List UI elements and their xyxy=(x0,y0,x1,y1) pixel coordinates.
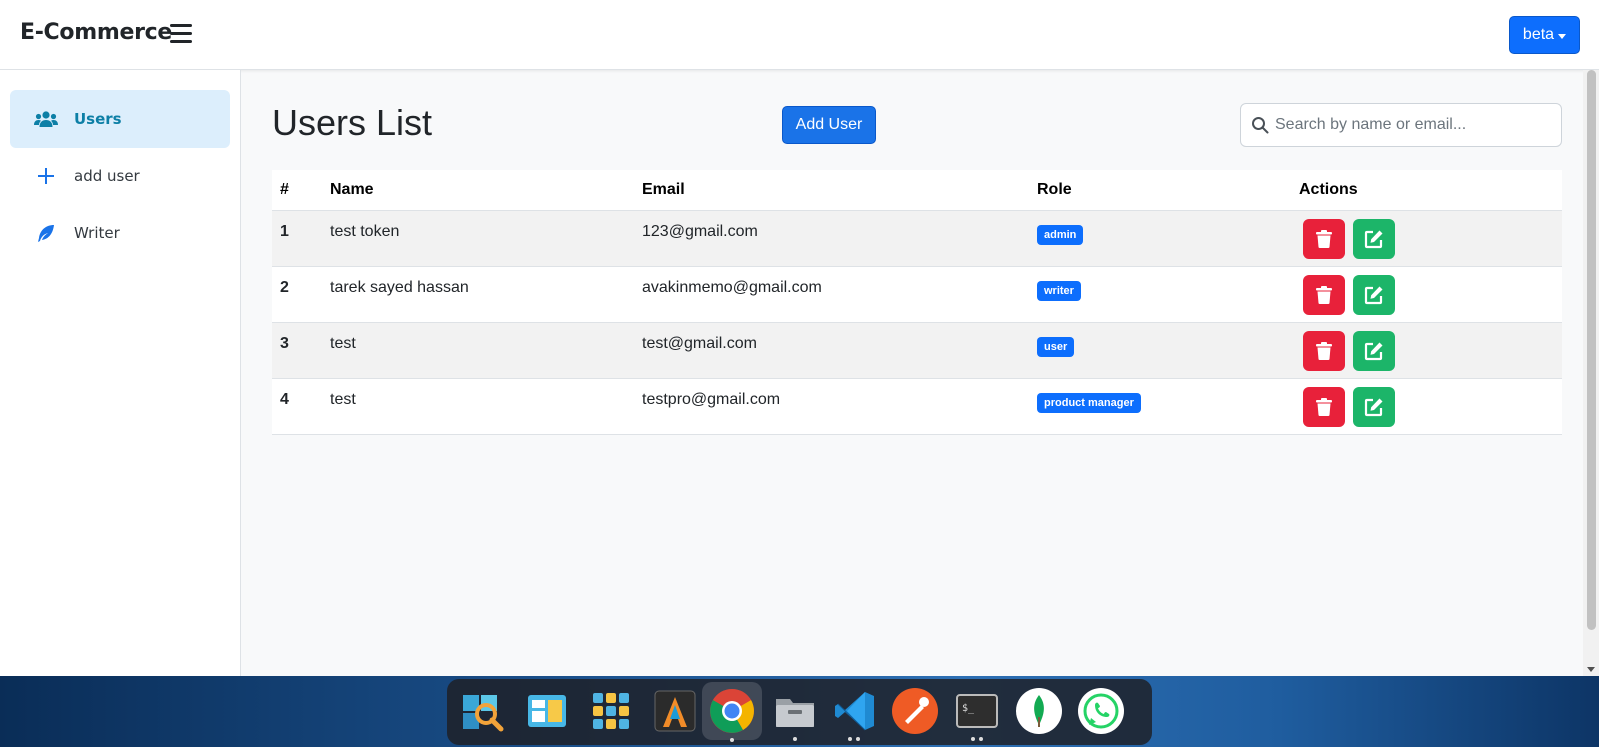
trash-icon xyxy=(1316,285,1332,304)
main-content: Users List Add User # Name Email Role Ac… xyxy=(242,70,1599,676)
row-email: avakinmemo@gmail.com xyxy=(634,266,1029,323)
row-actions xyxy=(1291,210,1562,267)
sidebar-item-label: Users xyxy=(74,110,122,128)
brand-title[interactable]: E-Commerce xyxy=(20,20,172,45)
edit-button[interactable] xyxy=(1353,386,1395,427)
trash-icon xyxy=(1316,229,1332,248)
column-header-actions: Actions xyxy=(1291,170,1562,211)
role-badge: product manager xyxy=(1037,392,1141,413)
trash-icon xyxy=(1316,397,1332,416)
table-row: 3 test test@gmail.com user xyxy=(272,322,1562,379)
svg-text:$_: $_ xyxy=(962,703,975,714)
column-header-role: Role xyxy=(1029,170,1291,211)
role-badge: writer xyxy=(1037,280,1081,301)
row-name: test token xyxy=(322,210,634,267)
app-grid-icon[interactable] xyxy=(586,686,636,736)
mongodb-compass-icon[interactable] xyxy=(1014,686,1064,736)
user-dropdown-button[interactable]: beta xyxy=(1509,16,1580,54)
terminal-icon[interactable]: $_ xyxy=(952,686,1002,741)
vscode-icon[interactable] xyxy=(830,686,880,741)
plus-icon xyxy=(34,166,58,186)
user-dropdown-label: beta xyxy=(1522,26,1555,43)
feather-icon xyxy=(34,223,58,243)
search-input[interactable] xyxy=(1275,116,1555,134)
edit-button[interactable] xyxy=(1353,330,1395,371)
page-scrollbar[interactable] xyxy=(1583,70,1599,676)
row-role-cell: user xyxy=(1029,322,1291,379)
row-role-cell: writer xyxy=(1029,266,1291,323)
delete-button[interactable] xyxy=(1303,218,1345,259)
search-icon xyxy=(1252,117,1269,134)
page-title: Users List xyxy=(272,102,433,143)
running-indicator xyxy=(848,737,852,741)
row-actions xyxy=(1291,378,1562,435)
files-icon[interactable] xyxy=(770,686,820,741)
column-header-name: Name xyxy=(322,170,634,211)
sidebar: Users add user Writer xyxy=(0,70,241,676)
table-row: 2 tarek sayed hassan avakinmemo@gmail.co… xyxy=(272,266,1562,323)
row-actions xyxy=(1291,322,1562,379)
row-number: 3 xyxy=(272,322,322,379)
row-number: 1 xyxy=(272,210,322,267)
row-role-cell: product manager xyxy=(1029,378,1291,435)
trash-icon xyxy=(1316,341,1332,360)
delete-button[interactable] xyxy=(1303,386,1345,427)
running-indicator xyxy=(971,737,975,741)
row-email: 123@gmail.com xyxy=(634,210,1029,267)
column-header-email: Email xyxy=(634,170,1029,211)
table-row: 4 test testpro@gmail.com product manager xyxy=(272,378,1562,435)
sidebar-item-label: add user xyxy=(74,167,140,185)
running-indicator xyxy=(856,737,860,741)
row-email: test@gmail.com xyxy=(634,322,1029,379)
sidebar-item-users[interactable]: Users xyxy=(10,90,230,148)
whatsapp-icon[interactable] xyxy=(1076,686,1126,736)
hamburger-menu-icon[interactable] xyxy=(170,24,192,44)
sidebar-item-writer[interactable]: Writer xyxy=(10,204,230,262)
top-navbar: E-Commerce beta xyxy=(0,0,1599,70)
row-role-cell: admin xyxy=(1029,210,1291,267)
running-indicator xyxy=(793,737,797,741)
edit-icon xyxy=(1364,398,1383,416)
users-table: # Name Email Role Actions 1 test token 1… xyxy=(272,170,1562,435)
sidebar-item-label: Writer xyxy=(74,224,120,242)
running-indicator xyxy=(730,738,734,742)
caret-down-icon xyxy=(1558,33,1567,39)
edit-button[interactable] xyxy=(1353,218,1395,259)
row-name: test xyxy=(322,322,634,379)
sidebar-item-add-user[interactable]: add user xyxy=(10,147,230,205)
row-name: test xyxy=(322,378,634,435)
chrome-icon[interactable] xyxy=(702,682,762,742)
file-manager-icon[interactable] xyxy=(522,686,572,736)
row-number: 4 xyxy=(272,378,322,435)
edit-button[interactable] xyxy=(1353,274,1395,315)
add-user-button[interactable]: Add User xyxy=(782,106,876,144)
row-name: tarek sayed hassan xyxy=(322,266,634,323)
role-badge: user xyxy=(1037,336,1075,357)
search-box[interactable] xyxy=(1240,103,1562,147)
column-header-number: # xyxy=(272,170,322,211)
scroll-down-arrow-icon[interactable] xyxy=(1587,667,1595,672)
dock: $_ xyxy=(447,679,1152,745)
row-number: 2 xyxy=(272,266,322,323)
search-app-icon[interactable] xyxy=(458,686,508,736)
running-indicator xyxy=(979,737,983,741)
table-row: 1 test token 123@gmail.com admin xyxy=(272,210,1562,267)
table-header-row: # Name Email Role Actions xyxy=(272,170,1562,211)
row-email: testpro@gmail.com xyxy=(634,378,1029,435)
alacritty-icon[interactable] xyxy=(650,686,700,736)
edit-icon xyxy=(1364,342,1383,360)
scrollbar-thumb[interactable] xyxy=(1587,70,1596,630)
edit-icon xyxy=(1364,286,1383,304)
browser-app-window: E-Commerce beta Users add user Writer Us… xyxy=(0,0,1599,676)
delete-button[interactable] xyxy=(1303,330,1345,371)
users-icon xyxy=(34,109,58,129)
postman-icon[interactable] xyxy=(890,686,940,736)
delete-button[interactable] xyxy=(1303,274,1345,315)
edit-icon xyxy=(1364,230,1383,248)
row-actions xyxy=(1291,266,1562,323)
role-badge: admin xyxy=(1037,224,1084,245)
